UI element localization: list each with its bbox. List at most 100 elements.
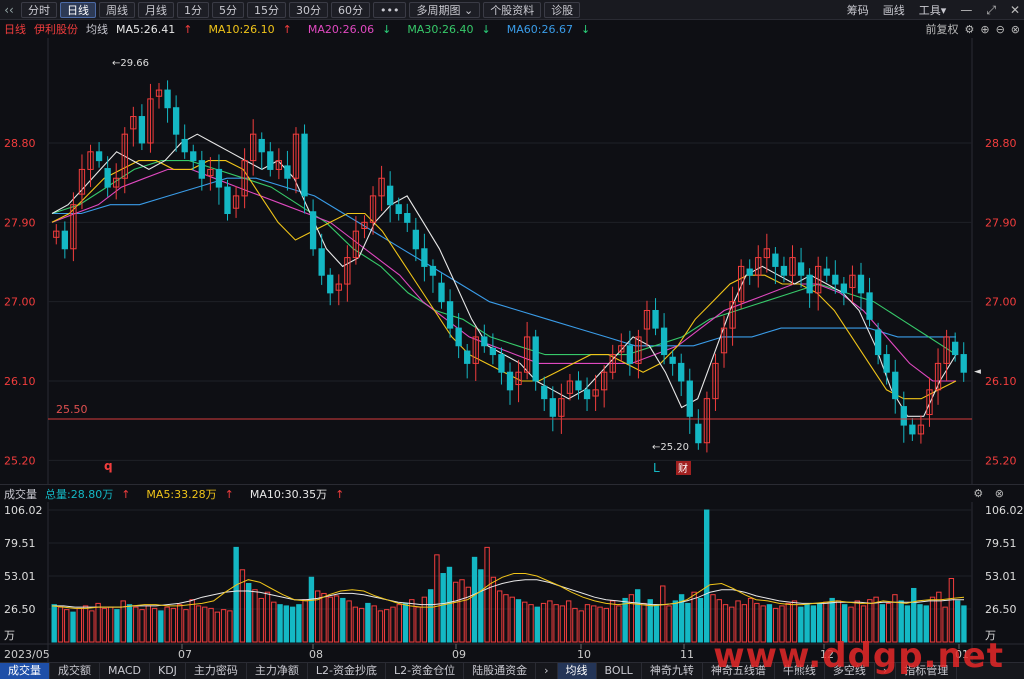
candle-body — [498, 354, 505, 373]
indicator-tab-9[interactable]: › — [536, 662, 558, 679]
close-icon[interactable]: ✕ — [1010, 3, 1020, 17]
period-button-8[interactable]: 60分 — [331, 1, 370, 18]
indicator-tab-0[interactable]: 成交量 — [0, 662, 50, 679]
volume-bar — [252, 589, 258, 643]
volume-bar — [164, 606, 170, 643]
maximize-icon[interactable]: ⤢ — [986, 3, 996, 18]
period-button-5[interactable]: 5分 — [212, 1, 244, 18]
volume-ma10: MA10:30.35万 ↑ — [249, 487, 345, 501]
candle-body — [549, 398, 556, 417]
volume-bar — [823, 601, 829, 643]
draw-line-button[interactable]: 画线 — [883, 2, 905, 18]
minimize-icon[interactable]: — — [960, 3, 972, 17]
up-arrow-icon: ↑ — [282, 22, 292, 36]
zoom-out-icon[interactable]: ⊖ — [996, 23, 1005, 36]
tools-menu-button[interactable]: 工具▾ — [919, 2, 947, 18]
indicator-tab-17[interactable]: 指标管理 — [896, 662, 958, 679]
low-label: ←25.20 — [652, 442, 689, 453]
volume-bar — [396, 604, 402, 643]
indicator-tab-7[interactable]: L2-资金仓位 — [386, 662, 465, 679]
date-tick: 2023/05 — [4, 648, 50, 661]
volume-bar — [377, 610, 384, 643]
period-button-1[interactable]: 日线 — [60, 1, 96, 18]
price-adjust-button[interactable]: 前复权 — [925, 21, 958, 37]
indicator-tab-13[interactable]: 神奇五线谱 — [703, 662, 775, 679]
indicator-tab-8[interactable]: 陆股通资金 — [464, 662, 537, 679]
candlestick-chart[interactable]: 28.80 28.80 27.90 27.90 27.00 27.00 26.10 26.10… — [0, 38, 1024, 484]
volume-bar — [446, 566, 453, 643]
volume-tick-left: 万 — [4, 629, 15, 642]
volume-bar — [948, 578, 955, 643]
settings-gear-icon[interactable]: ⚙ — [973, 487, 983, 500]
volume-tick-left: 53.01 — [4, 570, 36, 583]
indicator-tab-11[interactable]: BOLL — [597, 662, 642, 679]
volume-bar — [283, 605, 290, 643]
volume-bar — [296, 604, 302, 643]
period-button-6[interactable]: 15分 — [247, 1, 286, 18]
period-button-7[interactable]: 30分 — [289, 1, 328, 18]
candle-body — [832, 274, 839, 285]
volume-bar — [327, 596, 333, 643]
volume-bar — [114, 609, 120, 643]
volume-title[interactable]: 成交量 — [4, 486, 37, 502]
zoom-in-icon[interactable]: ⊕ — [980, 23, 989, 36]
period-button-4[interactable]: 1分 — [177, 1, 209, 18]
candle-body — [104, 168, 111, 188]
avg-line-label[interactable]: 均线 — [86, 21, 108, 37]
volume-bar — [553, 604, 559, 643]
volume-chart[interactable]: 106.02 106.02 79.51 79.51 53.01 53.01 26.50 26.… — [0, 502, 1024, 662]
candle-body — [438, 282, 445, 303]
indicator-tab-14[interactable]: 牛熊线 — [775, 662, 825, 679]
period-button-0[interactable]: 分时 — [21, 1, 57, 18]
indicator-tab-4[interactable]: 主力密码 — [186, 662, 247, 679]
marker-l[interactable]: L — [653, 461, 660, 475]
indicator-tab-10[interactable]: 均线 — [557, 662, 597, 679]
indicator-tab-1[interactable]: 成交额 — [50, 662, 100, 679]
period-button-group: 分时 日线 周线 月线 1分 5分 15分 30分 60分 ••• 多周期图 ⌄ 个股资料 诊股 — [18, 1, 581, 18]
volume-bar — [860, 605, 867, 643]
volume-bar — [465, 586, 471, 643]
candle-body — [395, 204, 402, 215]
indicator-tab-2[interactable]: MACD — [100, 662, 150, 679]
candle-body — [840, 283, 848, 294]
candle-body — [960, 354, 967, 373]
close-panel-icon[interactable]: ⊗ — [995, 487, 1004, 500]
period-label: 日线 — [4, 23, 26, 36]
volume-bar — [264, 591, 271, 643]
candle-body — [481, 336, 488, 347]
period-button-11[interactable]: 个股资料 — [483, 1, 542, 18]
indicator-tab-3[interactable]: KDJ — [150, 662, 186, 679]
volume-bar — [402, 602, 409, 643]
volume-bar — [634, 589, 641, 643]
indicator-tab-12[interactable]: 神奇九转 — [642, 662, 703, 679]
settings-gear-icon[interactable]: ⚙ — [964, 23, 974, 36]
candle-body — [301, 133, 308, 197]
period-button-9[interactable]: ••• — [373, 1, 407, 18]
volume-bar — [195, 605, 202, 643]
candle-body — [541, 385, 548, 400]
price-tick-left: 25.20 — [4, 454, 36, 467]
candle-body — [626, 345, 634, 364]
candle-body — [532, 336, 539, 382]
collapse-arrow-icon[interactable]: ‹‹ — [0, 3, 18, 17]
indicator-tab-15[interactable]: 多空线 — [825, 662, 875, 679]
chips-button[interactable]: 筹码 — [847, 2, 869, 18]
period-button-10[interactable]: 多周期图 ⌄ — [409, 1, 481, 18]
indicator-tab-16[interactable]: › — [875, 662, 897, 679]
finance-report-marker[interactable]: 财 — [678, 462, 688, 475]
marker-q[interactable]: q — [104, 459, 113, 473]
candle-body — [284, 165, 291, 179]
candle-body — [412, 229, 419, 250]
candle-body — [455, 327, 462, 347]
period-button-2[interactable]: 周线 — [99, 1, 135, 18]
stock-name[interactable]: 伊利股份 — [34, 21, 78, 37]
indicator-tab-5[interactable]: 主力净额 — [247, 662, 308, 679]
ma20-value: MA20:26.06 ↓ — [307, 22, 392, 36]
volume-bar — [672, 600, 679, 643]
indicator-tab-6[interactable]: L2-资金抄底 — [308, 662, 387, 679]
candle-body — [678, 362, 685, 382]
period-button-12[interactable]: 诊股 — [544, 1, 581, 18]
close-panel-icon[interactable]: ⊗ — [1011, 23, 1020, 36]
candle-body — [446, 301, 454, 329]
period-button-3[interactable]: 月线 — [138, 1, 174, 18]
